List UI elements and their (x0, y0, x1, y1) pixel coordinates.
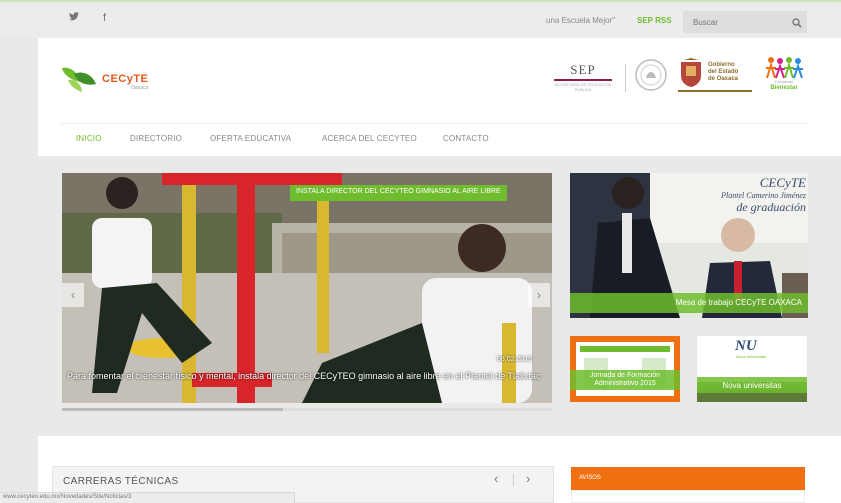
avisos-body (571, 490, 805, 503)
slider-next-button[interactable]: › (528, 283, 550, 307)
avisos-header (571, 467, 805, 490)
main-slider-image[interactable] (62, 173, 552, 403)
slider-prev-button[interactable]: ‹ (62, 283, 84, 307)
nova-logo-text: NU (735, 338, 757, 354)
search-icon[interactable] (792, 15, 802, 28)
side-news-caption[interactable]: Mesa de trabajo CECyTE OAXACA (570, 293, 808, 313)
logo-text: CECyTE (102, 73, 149, 85)
gobierno-underline (678, 90, 752, 92)
bienestar-figures-icon (764, 56, 804, 80)
avisos-title: AVISOS (579, 475, 601, 481)
carreras-divider (513, 474, 514, 486)
sep-rss-link[interactable]: SEP RSS (637, 16, 672, 25)
logo-subtitle: Oaxaca (131, 85, 149, 91)
sep-logo[interactable]: SEP SECRETARÍA DE EDUCACIÓN PÚBLICA (548, 62, 618, 92)
slide-caption[interactable]: Para fomentar el bienestar físico y ment… (67, 370, 551, 383)
nav-directorio[interactable]: DIRECTORIO (130, 134, 182, 143)
header-divider (60, 123, 808, 124)
news-tile-jornada[interactable] (570, 336, 680, 402)
bienestar-text: Creciendo Bienestar (770, 79, 798, 91)
national-seal-icon (634, 58, 668, 92)
twitter-icon[interactable] (69, 12, 79, 24)
nav-contacto[interactable]: CONTACTO (443, 134, 489, 143)
logo-divider (625, 64, 626, 92)
tagline-text: una Escuela Mejor" (546, 16, 616, 25)
carreras-title: CARRERAS TÉCNICAS (63, 476, 179, 487)
news-tile-nova-caption[interactable]: Nova universitas (697, 377, 807, 393)
nova-logo-subtitle: Nova Universitas (735, 354, 767, 359)
status-url: www.cecyteo.edu.mx/Novedades/Site/Notici… (3, 494, 132, 500)
slide-tag[interactable]: INSTALA DIRECTOR DEL CECYTEO GIMNASIO AL… (290, 185, 507, 201)
facebook-icon[interactable]: f (103, 12, 106, 24)
sep-logo-subtitle: SECRETARÍA DE EDUCACIÓN PÚBLICA (554, 82, 612, 92)
slider-progress-fill (62, 408, 283, 411)
side-banner-text: CECyTE Plantel Camerino Jiménez de gradu… (721, 175, 806, 214)
slide-date: 08.02.2015 (497, 356, 533, 363)
search-input[interactable] (683, 11, 807, 33)
news-tile-jornada-caption[interactable]: Jornada de Formación Administrativo 2015 (570, 370, 680, 390)
sep-logo-text: SEP (570, 62, 596, 77)
nav-inicio[interactable]: INICIO (76, 134, 102, 143)
carreras-next-button[interactable]: › (526, 471, 530, 486)
carreras-prev-button[interactable]: ‹ (494, 471, 498, 486)
oaxaca-seal-icon (678, 58, 704, 88)
gobierno-oaxaca-text: Gobierno del Estado de Oaxaca (708, 62, 739, 82)
nav-oferta-educativa[interactable]: OFERTA EDUCATIVA (210, 134, 291, 143)
nav-acerca[interactable]: ACERCA DEL CECYTEO (322, 134, 417, 143)
